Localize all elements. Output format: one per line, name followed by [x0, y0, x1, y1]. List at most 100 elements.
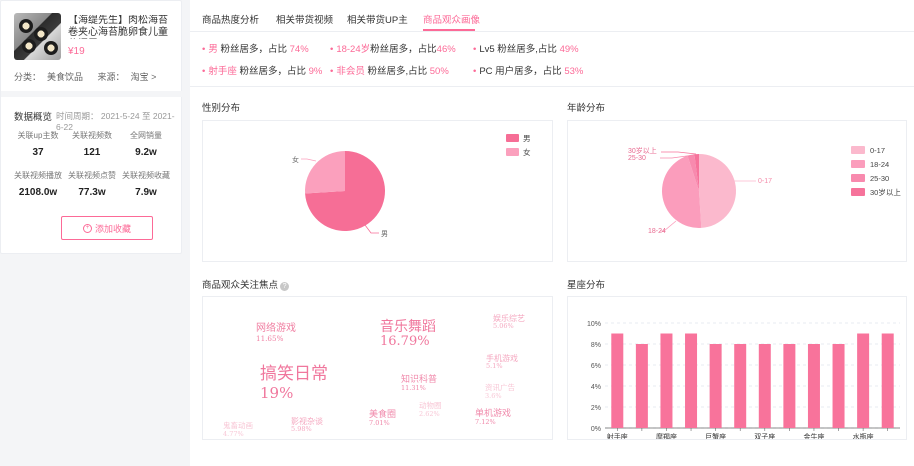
- tab-audience-profile[interactable]: 商品观众画像: [423, 12, 480, 26]
- tab-bar: 商品热度分析 相关带货视频 相关带货UP主 商品观众画像: [190, 0, 914, 32]
- tab-related-uploaders[interactable]: 相关带货UP主: [347, 12, 408, 26]
- y-tick-label: 4%: [591, 384, 601, 391]
- overview-stats: 关联up主数 37 关联视频数 121 全网销量 9.2w 关联视频播放 2108.0w…: [11, 131, 173, 198]
- source-value: 淘宝 >: [130, 72, 157, 82]
- y-tick-label: 6%: [591, 363, 601, 370]
- bar-白羊座[interactable]: [734, 344, 747, 428]
- cloud-word[interactable]: 手机游戏 5.1%: [486, 354, 518, 371]
- cloud-word[interactable]: 音乐舞蹈 16.79%: [380, 319, 436, 350]
- cloud-word[interactable]: 动物圈 2.62%: [419, 401, 442, 418]
- x-tick-label: 射手座: [607, 432, 628, 439]
- zodiac-title: 星座分布: [567, 280, 606, 291]
- y-tick-label: 2%: [591, 405, 601, 412]
- gender-title: 性别分布: [202, 103, 241, 114]
- overview-range: 时间周期： 2021-5-24 至 2021-6-22: [56, 111, 175, 132]
- legend-label: 30岁以上: [870, 187, 901, 197]
- bar-摩羯座[interactable]: [660, 333, 673, 429]
- bar-天蝎座[interactable]: [635, 344, 648, 428]
- y-tick-label: 10%: [587, 321, 601, 328]
- legend-label: 18-24: [870, 160, 889, 169]
- attr-membership: • 非会员 粉丝居多,占比 50%: [330, 66, 449, 77]
- x-tick-label: 双子座: [754, 432, 775, 439]
- attr-age: • 18-24岁粉丝居多，占比46%: [330, 44, 456, 55]
- tab-heat-analysis[interactable]: 商品热度分析: [202, 12, 259, 26]
- category-label: 分类： 美食饮品: [14, 72, 84, 82]
- cloud-word[interactable]: 鬼畜动画 4.77%: [223, 421, 253, 438]
- legend-label: 男: [523, 134, 531, 143]
- age-slice-label: 25-30: [628, 155, 646, 162]
- gender-slice-1[interactable]: [305, 151, 345, 194]
- category-value: 美食饮品: [47, 72, 84, 82]
- help-icon[interactable]: ?: [280, 282, 290, 291]
- legend-swatch: [851, 146, 865, 154]
- cloud-word[interactable]: 娱乐综艺 5.06%: [493, 314, 525, 331]
- bar-双鱼座[interactable]: [881, 333, 894, 429]
- gender-slice-label: 男: [381, 230, 388, 238]
- x-tick-label: 摩羯座: [656, 432, 677, 439]
- product-title[interactable]: 【海缇先生】肉松海苔卷夹心海苔脆卵食儿童休闲零...: [68, 15, 174, 39]
- bar-巨蟹座[interactable]: [709, 344, 722, 428]
- age-pie-chart: 0-1718-2425-3030岁以上 0-1718-2425-3030岁以上: [628, 146, 901, 235]
- cloud-word[interactable]: 网络游戏 11.65%: [256, 323, 296, 343]
- cloud-word[interactable]: 资讯广告 3.6%: [485, 383, 515, 400]
- stat-up-count: 关联up主数 37: [17, 131, 59, 158]
- age-chart-card: 0-17 18-24 25-30 30岁以上 0-17 18-24 25-30 30岁以上: [567, 120, 907, 262]
- divider: [190, 86, 914, 87]
- age-slice-label: 18-24: [648, 228, 666, 235]
- legend-label: 25-30: [870, 174, 889, 183]
- product-price: ¥19: [68, 46, 85, 57]
- age-slice-label: 30岁以上: [628, 146, 657, 155]
- divider: [1, 91, 183, 97]
- cloud-word[interactable]: 搞笑日常 19%: [260, 364, 328, 402]
- source-link[interactable]: 来源： 淘宝 >: [98, 72, 163, 82]
- overview-title: 数据概览: [14, 112, 53, 123]
- focus-word-cloud: 网络游戏 11.65% 音乐舞蹈 16.79% 娱乐综艺 5.06% 手机游戏 5.1% 搞笑日…: [202, 296, 553, 440]
- gender-slice-label: 女: [292, 155, 299, 164]
- cloud-word[interactable]: 单机游戏 7.12%: [475, 409, 511, 427]
- attr-gender: • 男 粉丝居多，占比 74%: [202, 44, 309, 55]
- x-tick-label: 金牛座: [803, 432, 824, 439]
- legend-swatch: [851, 160, 865, 168]
- bar-双子座[interactable]: [758, 344, 771, 428]
- product-image[interactable]: [14, 13, 61, 60]
- add-favorite-label: 添加收藏: [94, 223, 131, 234]
- x-tick-label: 巨蟹座: [705, 432, 726, 439]
- legend-swatch: [506, 148, 519, 156]
- stat-plays: 关联视频播放 2108.0w: [14, 171, 62, 198]
- product-panel: 【海缇先生】肉松海苔卷夹心海苔脆卵食儿童休闲零... ¥19 分类：美食饮品 来…: [0, 0, 183, 254]
- bar-处女座[interactable]: [685, 333, 698, 429]
- stat-video-count: 关联视频数 121: [72, 131, 112, 158]
- bar-水瓶座[interactable]: [857, 333, 870, 429]
- bar-射手座[interactable]: [611, 333, 624, 429]
- age-slice-label: 0-17: [758, 178, 772, 185]
- bar-金牛座[interactable]: [807, 344, 820, 428]
- attr-zodiac: • 射手座 粉丝居多，占比 9%: [202, 66, 323, 77]
- add-favorite-button[interactable]: + 添加收藏: [61, 216, 153, 240]
- gender-chart-card: 男女男女: [202, 120, 553, 262]
- stat-sales: 全网销量 9.2w: [130, 131, 162, 158]
- legend-swatch: [851, 188, 865, 196]
- age-slice-0[interactable]: [699, 154, 736, 228]
- zodiac-bar-chart: 0% 2% 4% 6% 8% 10% 射手座 摩羯座 巨蟹座 双子座 金牛座 水瓶座: [587, 321, 900, 441]
- cloud-word[interactable]: 影视杂谈 5.98%: [291, 417, 323, 434]
- legend-label: 0-17: [870, 146, 885, 155]
- main-panel: 商品热度分析 相关带货视频 相关带货UP主 商品观众画像 • 男 粉丝居多，占比 …: [190, 0, 914, 466]
- bar-天秤座[interactable]: [832, 344, 845, 428]
- product-meta: 分类： 美食饮品 来源： 淘宝 >: [14, 70, 168, 83]
- age-title: 年龄分布: [567, 103, 606, 114]
- attr-device: • PC 用户居多，占比 53%: [473, 66, 584, 77]
- zodiac-chart-card: 0% 2% 4% 6% 8% 10% 射手座 摩羯座 巨蟹座 双子座 金牛座 水瓶座: [567, 296, 907, 441]
- stat-likes: 关联视频点赞 77.3w: [68, 171, 116, 198]
- x-tick-label: 水瓶座: [853, 432, 874, 439]
- focus-title: 商品观众关注焦点?: [202, 277, 290, 291]
- tab-related-videos[interactable]: 相关带货视频: [276, 12, 333, 26]
- gender-pie-chart: 男女男女: [292, 134, 531, 238]
- attr-level: • Lv5 粉丝居多,占比 49%: [473, 44, 579, 55]
- stat-favorites: 关联视频收藏 7.9w: [122, 171, 170, 198]
- bar-狮子座[interactable]: [783, 344, 796, 428]
- legend-swatch: [506, 134, 519, 142]
- y-tick-label: 8%: [591, 342, 601, 349]
- cloud-word[interactable]: 美食圈 7.01%: [369, 410, 396, 428]
- cloud-word[interactable]: 知识科普 11.31%: [401, 375, 437, 393]
- active-tab-indicator: [423, 29, 475, 31]
